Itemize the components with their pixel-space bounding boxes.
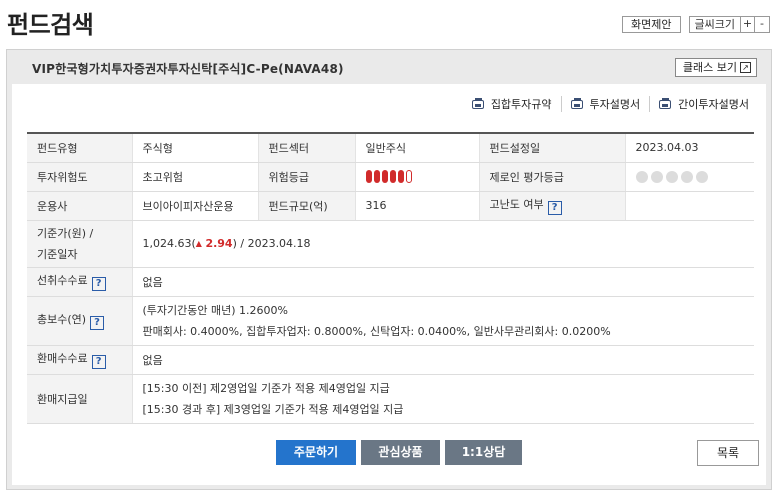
risk-grade-label: 위험등급 [258, 162, 355, 192]
total-fee-value: (투자기간동안 매년) 1.2600% 판매회사: 0.4000%, 집합투자업… [131, 296, 754, 346]
difficulty-header: 고난도 여부? [479, 191, 625, 221]
up-arrow-icon: ▲ [195, 239, 202, 248]
total-fee-line-1: (투자기간동안 매년) 1.2600% [142, 304, 288, 317]
order-button[interactable]: 주문하기 [276, 440, 356, 465]
table-row: 운용사 브이아이피자산운용 펀드규모(억) 316 고난도 여부? [27, 191, 754, 221]
fund-type-label: 펀드유형 [27, 133, 132, 163]
nav-value: 1,024.63( [142, 237, 196, 250]
risk-grade-bar [405, 170, 412, 184]
class-view-label: 클래스 보기 [682, 61, 737, 74]
help-icon[interactable]: ? [547, 201, 562, 215]
front-fee-value: 없음 [131, 267, 754, 297]
setup-date-label: 펀드설정일 [479, 133, 625, 163]
panel-header: VIP한국형가치투자증권자투자신탁[주식]C-Pe(NAVA48) 클래스 보기… [7, 50, 771, 84]
fund-info-table: 펀드유형 주식형 펀드섹터 일반주식 펀드설정일 2023.04.03 투자위험… [27, 132, 754, 424]
zeroin-value [624, 162, 754, 192]
fund-size-value: 316 [354, 191, 480, 221]
risk-grade-bar [397, 170, 404, 184]
help-icon[interactable]: ? [91, 277, 106, 291]
table-row: 환매수수료? 없음 [27, 345, 754, 375]
zeroin-rating-dot [695, 171, 708, 183]
manager-value: 브이아이피자산운용 [131, 191, 259, 221]
fund-detail-panel: VIP한국형가치투자증권자투자신탁[주식]C-Pe(NAVA48) 클래스 보기… [6, 49, 772, 490]
sector-value: 일반주식 [354, 133, 480, 163]
risk-grade-bar [373, 170, 380, 184]
risk-label: 투자위험도 [27, 162, 132, 192]
nav-header: 기준가(원) / 기준일자 [27, 220, 132, 268]
printer-icon [471, 98, 486, 110]
help-icon[interactable]: ? [91, 355, 106, 369]
difficulty-value [624, 191, 754, 221]
list-button[interactable]: 목록 [697, 440, 759, 466]
risk-grade-value [354, 162, 480, 192]
zeroin-rating-dot [665, 171, 678, 183]
zeroin-rating-dot [635, 171, 648, 183]
fund-name: VIP한국형가치투자증권자투자신탁[주식]C-Pe(NAVA48) [32, 62, 344, 76]
nav-date: ) / 2023.04.18 [232, 237, 311, 250]
document-links: 집합투자규약 투자설명서 간이투자설명서 [463, 96, 758, 112]
doc-link-rules[interactable]: 집합투자규약 [463, 96, 561, 112]
payment-label: 환매지급일 [27, 374, 132, 424]
doc-link-summary-prospectus[interactable]: 간이투자설명서 [649, 96, 758, 112]
font-size-control: 글씨크기 + - [688, 16, 770, 33]
setup-date-value: 2023.04.03 [624, 133, 754, 163]
payment-line-2: [15:30 경과 후] 제3영업일 기준가 적용 제4영업일 지급 [142, 403, 404, 416]
nav-label-2: 기준일자 [37, 248, 78, 261]
zeroin-rating-dots [635, 171, 708, 183]
nav-label-1: 기준가(원) / [37, 227, 94, 240]
manager-label: 운용사 [27, 191, 132, 221]
panel-body: 집합투자규약 투자설명서 간이투자설명서 펀드유형 주식형 펀드섹터 일반주식 … [12, 84, 766, 485]
risk-grade-bar [365, 170, 372, 184]
table-row: 선취수수료? 없음 [27, 267, 754, 297]
total-fee-header: 총보수(연)? [27, 296, 132, 346]
page: 펀드검색 화면제안 글씨크기 + - VIP한국형가치투자증권자투자신탁[주식]… [0, 0, 780, 494]
table-row: 기준가(원) / 기준일자 1,024.63(▲ 2.94) / 2023.04… [27, 220, 754, 268]
payment-line-1: [15:30 이전] 제2영업일 기준가 적용 제4영업일 지급 [142, 382, 390, 395]
doc-link-prospectus[interactable]: 투자설명서 [560, 96, 650, 112]
total-fee-line-2: 판매회사: 0.4000%, 집합투자업자: 0.8000%, 신탁업자: 0.… [142, 325, 611, 338]
watch-button[interactable]: 관심상품 [361, 440, 440, 465]
action-buttons: 주문하기 관심상품 1:1상담 [276, 440, 522, 465]
risk-grade-bar [381, 170, 388, 184]
risk-grade-bars [365, 170, 412, 184]
table-row: 펀드유형 주식형 펀드섹터 일반주식 펀드설정일 2023.04.03 [27, 133, 754, 163]
front-fee-label: 선취수수료 [37, 274, 88, 287]
suggest-button[interactable]: 화면제안 [622, 16, 681, 33]
zeroin-label: 제로인 평가등급 [479, 162, 625, 192]
redemption-fee-header: 환매수수료? [27, 345, 132, 375]
doc-link-label: 투자설명서 [589, 98, 641, 111]
printer-icon [570, 98, 585, 110]
redemption-fee-label: 환매수수료 [37, 352, 88, 365]
fund-size-label: 펀드규모(억) [258, 191, 355, 221]
nav-change: 2.94 [205, 237, 233, 250]
font-size-minus-button[interactable]: - [755, 17, 769, 32]
top-tools: 화면제안 글씨크기 + - [622, 16, 770, 33]
printer-icon [659, 98, 673, 110]
nav-value-cell: 1,024.63(▲ 2.94) / 2023.04.18 [131, 220, 754, 268]
class-view-button[interactable]: 클래스 보기 ↗ [674, 58, 757, 77]
sector-label: 펀드섹터 [258, 133, 355, 163]
payment-value: [15:30 이전] 제2영업일 기준가 적용 제4영업일 지급 [15:30 … [131, 374, 754, 424]
difficulty-label: 고난도 여부 [489, 198, 544, 211]
redemption-fee-value: 없음 [131, 345, 754, 375]
font-size-label: 글씨크기 [690, 17, 741, 32]
risk-value: 초고위험 [131, 162, 259, 192]
external-link-icon: ↗ [740, 62, 751, 73]
table-row: 투자위험도 초고위험 위험등급 제로인 평가등급 [27, 162, 754, 192]
risk-grade-bar [389, 170, 396, 184]
zeroin-rating-dot [650, 171, 663, 183]
doc-link-label: 집합투자규약 [490, 98, 552, 111]
fund-type-value: 주식형 [131, 133, 259, 163]
doc-link-label: 간이투자설명서 [678, 98, 749, 111]
font-size-plus-button[interactable]: + [741, 17, 755, 32]
table-row: 총보수(연)? (투자기간동안 매년) 1.2600% 판매회사: 0.4000… [27, 296, 754, 346]
consult-button[interactable]: 1:1상담 [445, 440, 522, 465]
zeroin-rating-dot [680, 171, 693, 183]
help-icon[interactable]: ? [90, 316, 105, 330]
front-fee-header: 선취수수료? [27, 267, 132, 297]
total-fee-label: 총보수(연) [37, 313, 87, 326]
table-row: 환매지급일 [15:30 이전] 제2영업일 기준가 적용 제4영업일 지급 [… [27, 374, 754, 424]
page-title: 펀드검색 [7, 11, 94, 39]
